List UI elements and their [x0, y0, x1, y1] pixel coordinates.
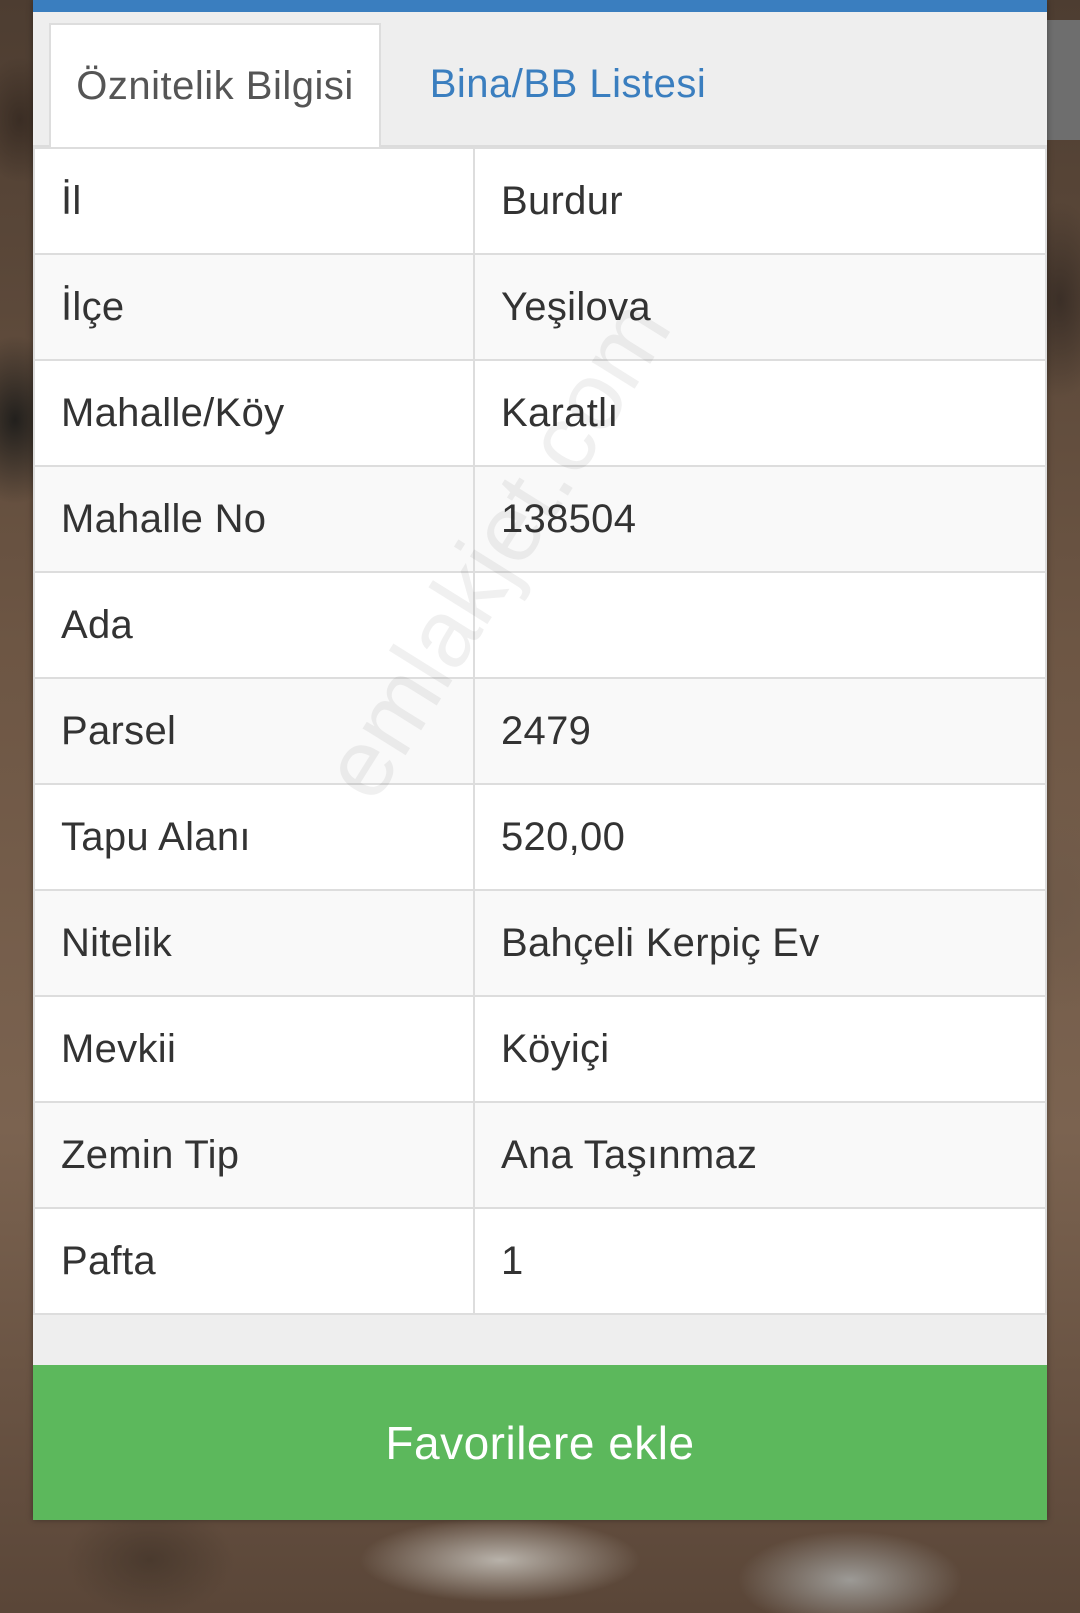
table-row: Ada — [33, 571, 1047, 679]
table-row: Mevkii Köyiçi — [33, 995, 1047, 1103]
row-key-parsel: Parsel — [33, 677, 475, 785]
row-key-mahalle-koy: Mahalle/Köy — [33, 359, 475, 467]
table-row: İl Burdur — [33, 147, 1047, 255]
row-key-nitelik: Nitelik — [33, 889, 475, 997]
table-row: Nitelik Bahçeli Kerpiç Ev — [33, 889, 1047, 997]
row-value-il: Burdur — [473, 147, 1047, 255]
row-value-mahalle-koy: Karatlı — [473, 359, 1047, 467]
table-row: Zemin Tip Ana Taşınmaz — [33, 1101, 1047, 1209]
row-key-mevkii: Mevkii — [33, 995, 475, 1103]
row-key-ada: Ada — [33, 571, 475, 679]
table-row: Tapu Alanı 520,00 — [33, 783, 1047, 891]
table-row: Mahalle/Köy Karatlı — [33, 359, 1047, 467]
row-key-il: İl — [33, 147, 475, 255]
add-to-favorites-button[interactable]: Favorilere ekle — [33, 1365, 1047, 1520]
row-value-ada — [473, 571, 1047, 679]
attribute-table: İl Burdur İlçe Yeşilova Mahalle/Köy Kara… — [33, 147, 1047, 1315]
table-row: Mahalle No 138504 — [33, 465, 1047, 573]
row-value-nitelik: Bahçeli Kerpiç Ev — [473, 889, 1047, 997]
table-row: Pafta 1 — [33, 1207, 1047, 1315]
row-key-mahalle-no: Mahalle No — [33, 465, 475, 573]
table-row: İlçe Yeşilova — [33, 253, 1047, 361]
row-value-parsel: 2479 — [473, 677, 1047, 785]
row-key-pafta: Pafta — [33, 1207, 475, 1315]
tab-building-list[interactable]: Bina/BB Listesi — [403, 23, 733, 145]
row-value-mevkii: Köyiçi — [473, 995, 1047, 1103]
row-value-mahalle-no: 138504 — [473, 465, 1047, 573]
row-value-ilce: Yeşilova — [473, 253, 1047, 361]
parcel-info-panel: Öznitelik Bilgisi Bina/BB Listesi İl Bur… — [33, 0, 1047, 1520]
tab-attribute-info[interactable]: Öznitelik Bilgisi — [49, 23, 381, 147]
tab-bar: Öznitelik Bilgisi Bina/BB Listesi — [33, 12, 1047, 147]
panel-top-bar — [33, 0, 1047, 12]
row-value-tapu-alani: 520,00 — [473, 783, 1047, 891]
row-key-zemin-tip: Zemin Tip — [33, 1101, 475, 1209]
row-key-ilce: İlçe — [33, 253, 475, 361]
row-value-zemin-tip: Ana Taşınmaz — [473, 1101, 1047, 1209]
row-value-pafta: 1 — [473, 1207, 1047, 1315]
row-key-tapu-alani: Tapu Alanı — [33, 783, 475, 891]
table-row: Parsel 2479 — [33, 677, 1047, 785]
